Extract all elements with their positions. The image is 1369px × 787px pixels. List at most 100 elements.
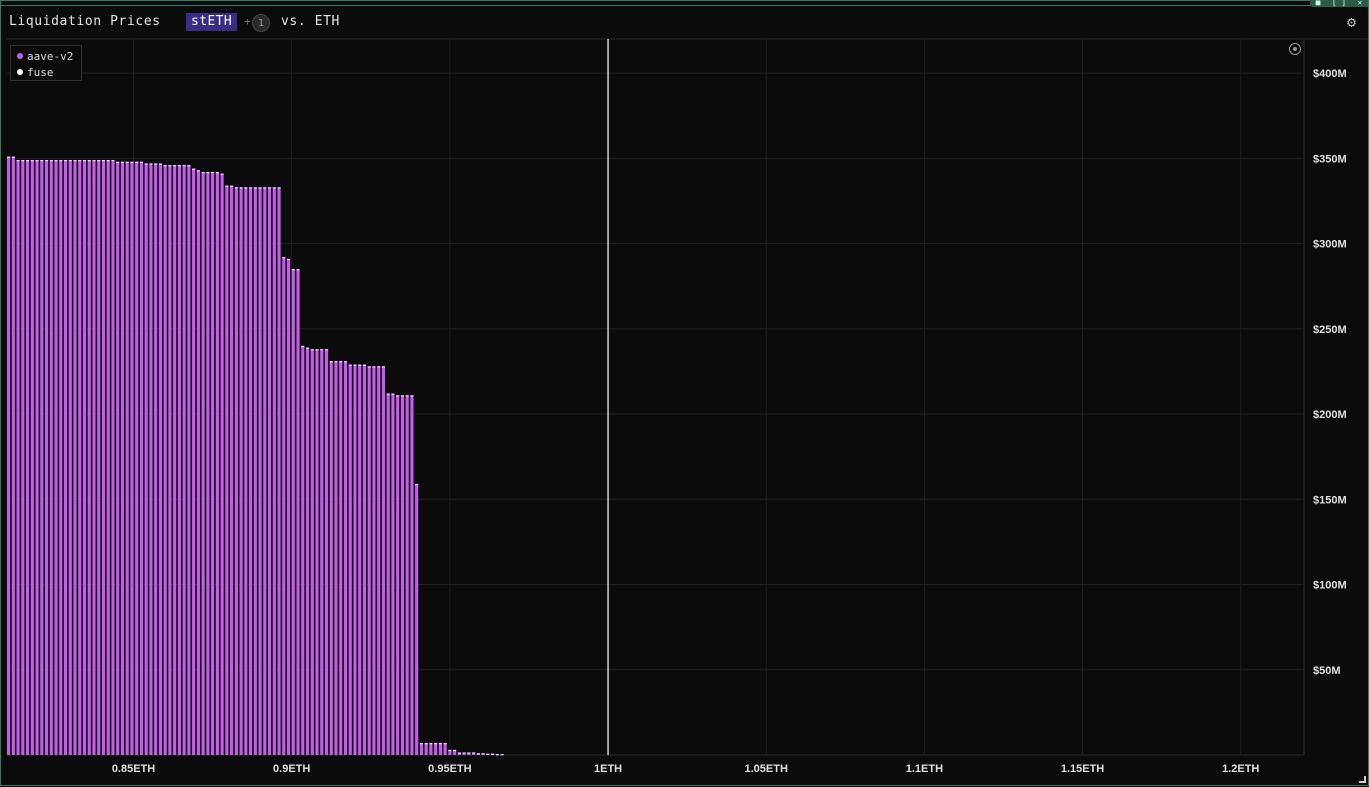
bar-aave-v2 [358,364,362,755]
bar-cap-aave-v2 [11,156,15,158]
bar-aave-v2 [301,345,305,755]
bar-aave-v2 [267,187,272,755]
bar-cap-aave-v2 [472,752,476,754]
bar-aave-v2 [196,170,200,755]
bar-cap-aave-v2 [362,364,367,366]
bar-aave-v2 [182,165,186,755]
bar-cap-aave-v2 [277,187,281,189]
bar-cap-aave-v2 [82,160,87,162]
bar-cap-aave-v2 [168,165,172,167]
chart-legend: aave-v2 fuse [10,45,82,81]
bar-cap-aave-v2 [149,163,153,165]
bar-cap-aave-v2 [225,185,229,187]
bar-aave-v2 [249,187,253,755]
bar-aave-v2 [367,366,371,755]
bar-cap-aave-v2 [500,754,504,756]
bar-cap-aave-v2 [462,752,466,754]
bar-cap-aave-v2 [215,171,219,174]
bar-cap-aave-v2 [68,160,72,162]
bar-cap-aave-v2 [291,269,295,271]
bar-cap-aave-v2 [263,187,267,189]
bar-aave-v2 [163,165,167,755]
bar-cap-aave-v2 [301,345,305,348]
bar-cap-aave-v2 [339,361,343,363]
bar-aave-v2 [177,165,181,755]
bar-cap-aave-v2 [396,395,400,397]
bar-cap-aave-v2 [424,743,428,745]
bar-cap-aave-v2 [386,393,390,395]
bar-aave-v2 [286,258,291,755]
y-tick-label: $50M [1313,665,1341,677]
bar-cap-aave-v2 [44,160,49,162]
bar-aave-v2 [258,187,262,755]
y-tick-label: $300M [1313,239,1347,251]
y-tick-label: $200M [1313,409,1347,421]
liquidation-bar-chart[interactable]: $50M $100M $150M $200M $250M $300M $350M $400M 0… [1,1,1369,787]
bar-aave-v2 [353,364,357,755]
bar-cap-aave-v2 [438,743,442,745]
chart-window: Liquidation Prices stETH + 1 vs. ETH ■ [… [0,0,1369,786]
bar-cap-aave-v2 [481,753,485,755]
bar-aave-v2 [215,171,219,756]
bar-cap-aave-v2 [249,187,253,189]
legend-label-aave-v2: aave-v2 [27,50,74,63]
bar-cap-aave-v2 [78,160,82,162]
bar-aave-v2 [415,483,419,755]
bar-aave-v2 [158,163,162,755]
bar-aave-v2 [187,165,191,755]
bar-aave-v2 [192,168,196,755]
bar-aave-v2 [206,171,210,756]
y-tick-label: $150M [1313,494,1347,506]
bar-aave-v2 [130,161,134,756]
resize-handle-icon[interactable] [1359,776,1366,783]
bar-cap-aave-v2 [130,161,134,163]
bar-cap-aave-v2 [457,752,461,754]
bar-aave-v2 [362,364,367,755]
x-tick-label: 0.85ETH [112,763,155,775]
legend-item-fuse[interactable]: fuse [17,65,75,81]
bar-aave-v2 [135,161,139,756]
bar-aave-v2 [405,395,409,755]
bar-cap-aave-v2 [49,160,53,162]
x-tick-label: 1.15ETH [1061,763,1104,775]
bar-cap-aave-v2 [491,753,495,755]
legend-item-aave-v2[interactable]: aave-v2 [17,49,75,65]
bar-aave-v2 [343,361,348,755]
legend-dot-fuse [17,69,23,75]
bar-aave-v2 [101,160,106,756]
bar-aave-v2 [434,743,438,755]
bar-cap-aave-v2 [234,187,238,189]
bar-cap-aave-v2 [315,349,319,351]
y-tick-label: $400M [1313,68,1347,80]
bar-cap-aave-v2 [16,160,20,162]
bar-aave-v2 [201,171,205,756]
bar-aave-v2 [391,393,395,755]
bar-cap-aave-v2 [253,187,257,189]
bar-cap-aave-v2 [173,165,177,167]
target-icon[interactable] [1289,43,1301,55]
bar-aave-v2 [396,395,400,755]
bar-aave-v2 [244,187,248,755]
bar-aave-v2 [59,160,63,756]
bar-cap-aave-v2 [400,395,405,397]
bar-cap-aave-v2 [448,749,452,752]
legend-label-fuse: fuse [27,66,54,79]
bar-cap-aave-v2 [415,483,419,486]
bar-aave-v2 [16,160,20,756]
x-tick-label: 1.05ETH [745,763,788,775]
bar-aave-v2 [106,160,110,756]
bar-aave-v2 [424,743,428,755]
y-tick-label: $350M [1313,153,1347,165]
bar-aave-v2 [116,161,120,756]
bar-aave-v2 [400,395,405,755]
bar-cap-aave-v2 [120,161,125,163]
bar-aave-v2 [120,161,125,756]
y-tick-label: $250M [1313,324,1347,336]
bar-aave-v2 [111,160,115,756]
bar-aave-v2 [282,257,286,755]
bar-aave-v2 [310,349,314,755]
bar-aave-v2 [277,187,281,755]
bar-aave-v2 [173,165,177,755]
bar-cap-aave-v2 [59,160,63,162]
bar-cap-aave-v2 [310,349,314,351]
